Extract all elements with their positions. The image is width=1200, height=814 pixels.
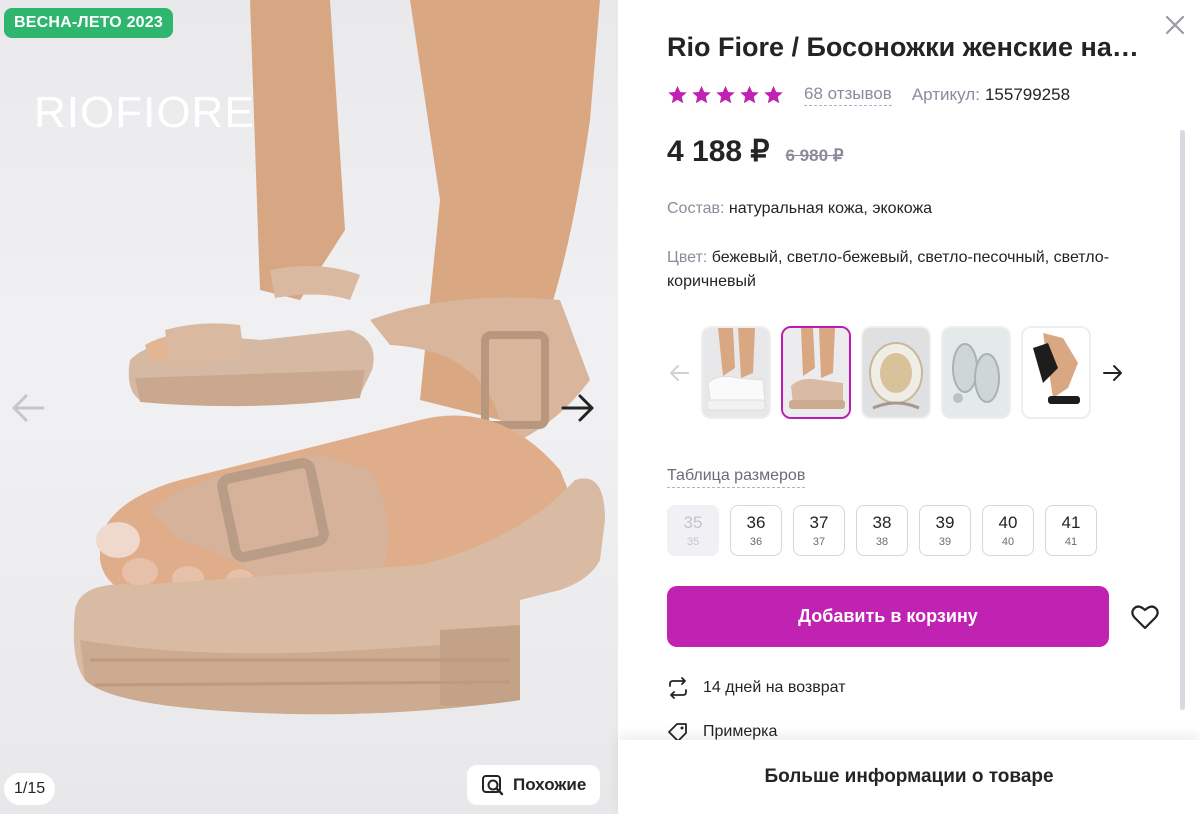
gallery-counter: 1/15 — [4, 773, 56, 805]
close-button[interactable] — [1160, 10, 1190, 40]
season-badge: ВЕСНА-ЛЕТО 2023 — [4, 8, 173, 38]
color-label: Цвет: — [667, 249, 708, 266]
size-option[interactable]: 35 35 — [667, 505, 719, 556]
size-value: 37 — [809, 513, 829, 532]
size-value: 36 — [746, 513, 766, 532]
size-option[interactable]: 41 41 — [1045, 505, 1097, 556]
variant-image — [703, 328, 769, 417]
price-row: 4 188 ₽ 6 980 ₽ — [667, 134, 844, 169]
fitting-info-text: Примерка — [703, 723, 778, 740]
product-quick-view: ВЕСНА-ЛЕТО 2023 RIOFIORE 1/15 Похожие Ri… — [0, 0, 1200, 814]
arrow-left-icon — [12, 394, 45, 422]
add-to-cart-button[interactable]: Добавить в корзину — [667, 586, 1109, 647]
variant-thumb-beige[interactable] — [781, 326, 851, 419]
more-info-button[interactable]: Больше информации о товаре — [618, 740, 1200, 814]
variant-image — [1023, 328, 1089, 417]
size-option[interactable]: 37 37 — [793, 505, 845, 556]
panel-scrollbar[interactable] — [1180, 130, 1185, 710]
size-ru-value: 40 — [1001, 536, 1015, 548]
size-option[interactable]: 39 39 — [919, 505, 971, 556]
variant-image — [863, 328, 929, 417]
return-arrows-icon — [669, 677, 687, 699]
size-option[interactable]: 38 38 — [856, 505, 908, 556]
variant-thumb-gold[interactable] — [861, 326, 931, 419]
variant-thumb-silver[interactable] — [941, 326, 1011, 419]
similar-label: Похожие — [513, 775, 587, 794]
color-spec: Цвет: бежевый, светло-бежевый, светло-пе… — [667, 246, 1137, 294]
size-ru-value: 37 — [812, 536, 826, 548]
size-value: 35 — [683, 513, 703, 532]
size-ru-value: 35 — [686, 536, 700, 548]
return-info-text: 14 дней на возврат — [703, 679, 846, 696]
favorite-button[interactable] — [1128, 600, 1162, 634]
variant-thumb-black[interactable] — [1021, 326, 1091, 419]
reviews-link[interactable]: 68 отзывов — [804, 84, 892, 106]
composition-value: натуральная кожа, экокожа — [728, 200, 933, 217]
similar-button[interactable]: Похожие — [467, 765, 601, 805]
composition-spec: Состав: натуральная кожа, экокожа — [667, 197, 1137, 221]
product-gallery[interactable]: ВЕСНА-ЛЕТО 2023 RIOFIORE 1/15 Похожие — [0, 0, 618, 814]
size-ru-value: 39 — [938, 536, 952, 548]
variant-image — [943, 328, 1009, 417]
variants-next-button[interactable] — [1101, 361, 1125, 385]
size-value: 41 — [1061, 513, 1081, 532]
article-value[interactable]: 155799258 — [985, 85, 1070, 105]
star-icon — [740, 85, 759, 104]
gallery-prev-button[interactable] — [8, 388, 48, 428]
product-title[interactable]: Rio Fiore / Босоножки женские натуральна… — [667, 32, 1147, 63]
size-ru-value: 41 — [1064, 536, 1078, 548]
rating-stars — [667, 85, 784, 105]
heart-icon — [1131, 605, 1159, 630]
star-icon — [764, 85, 783, 104]
color-variants — [667, 326, 1125, 419]
size-value: 40 — [998, 513, 1018, 532]
gallery-next-button[interactable] — [558, 388, 598, 428]
variant-image — [783, 328, 849, 417]
composition-label: Состав: — [667, 200, 725, 217]
article-label: Артикул: — [911, 85, 980, 104]
brand-logo: RIOFIORE — [34, 88, 255, 138]
variant-thumb-white[interactable] — [701, 326, 771, 419]
star-icon — [692, 85, 711, 104]
size-ru-value: 38 — [875, 536, 889, 548]
arrow-right-icon — [561, 394, 594, 422]
size-table-link[interactable]: Таблица размеров — [667, 467, 806, 488]
close-icon — [1165, 15, 1185, 35]
star-icon — [668, 85, 687, 104]
old-price: 6 980 ₽ — [785, 146, 844, 165]
star-icon — [716, 85, 735, 104]
size-option[interactable]: 36 36 — [730, 505, 782, 556]
rating-row: 68 отзывов Артикул: 155799258 — [667, 84, 1070, 106]
size-value: 38 — [872, 513, 892, 532]
brand-logo-text: RIOFIORE — [34, 88, 255, 137]
size-value: 39 — [935, 513, 955, 532]
arrow-left-icon — [670, 364, 689, 381]
variants-prev-button[interactable] — [667, 361, 691, 385]
return-info: 14 дней на возврат — [667, 677, 846, 699]
arrow-right-icon — [1103, 364, 1122, 381]
size-ru-value: 36 — [749, 536, 763, 548]
color-value: бежевый, светло-бежевый, светло-песочный… — [667, 249, 1110, 290]
size-option[interactable]: 40 40 — [982, 505, 1034, 556]
similar-search-icon — [482, 775, 504, 796]
size-selector: 35 35 36 36 37 37 38 38 39 39 40 40 41 4… — [667, 505, 1097, 556]
product-info-panel: Rio Fiore / Босоножки женские натуральна… — [618, 0, 1200, 814]
current-price: 4 188 ₽ — [667, 135, 770, 168]
